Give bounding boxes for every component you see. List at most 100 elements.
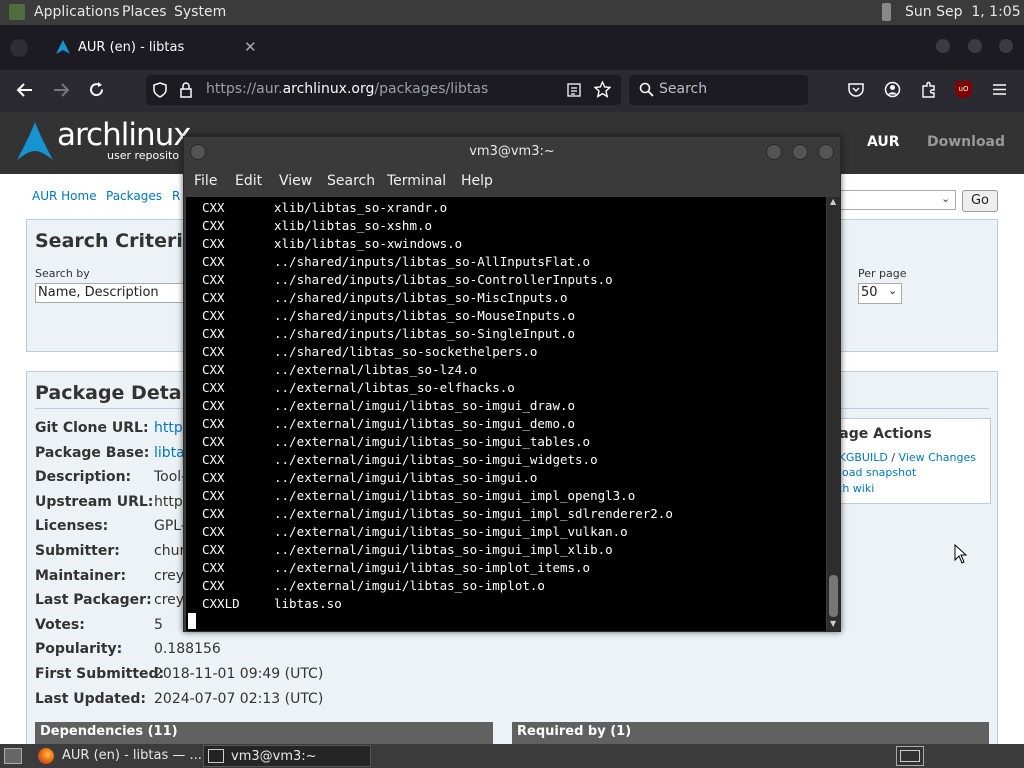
- terminal-menu-terminal[interactable]: Terminal: [387, 173, 446, 189]
- build-step: CXX: [202, 542, 225, 557]
- terminal-line: CXX ../external/libtas_so-lz4.o: [186, 361, 826, 379]
- build-target: xlib/libtas_so-xwindows.o: [274, 236, 463, 251]
- terminal-line: CXX ../external/imgui/libtas_so-imgui_tab…: [186, 433, 826, 451]
- package-details-title: Package Details: [35, 382, 206, 404]
- terminal-line: CXX ../shared/inputs/libtas_so-AllInputsF…: [186, 253, 826, 271]
- search-criteria-title: Search Criteria: [35, 230, 196, 252]
- build-target: ../external/libtas_so-lz4.o: [274, 362, 478, 377]
- terminal-line: CXX xlib/libtas_so-xrandr.o: [186, 199, 826, 217]
- build-target: ../external/imgui/libtas_so-imgui_draw.o: [274, 398, 576, 413]
- bottom-taskbar: AUR (en) - libtas — ... vm3@vm3:~: [0, 744, 1024, 768]
- terminal-line: CXX ../shared/libtas_so-sockethelpers.o: [186, 343, 826, 361]
- taskbar-item-terminal-label: vm3@vm3:~: [231, 749, 317, 764]
- build-target: ../shared/inputs/libtas_so-AllInputsFlat…: [274, 254, 591, 269]
- top-panel: Applications Places System Sun Sep 1, 1:…: [0, 0, 1024, 25]
- firefox-view-icon[interactable]: [10, 39, 28, 57]
- terminal-window[interactable]: vm3@vm3:~ File Edit View Search Terminal…: [183, 136, 841, 632]
- detail-label: Popularity:: [35, 641, 123, 658]
- minimize-window-icon[interactable]: [936, 39, 950, 53]
- clock[interactable]: Sun Sep 1, 1:05 AM: [905, 4, 1024, 20]
- terminal-menu-file[interactable]: File: [194, 173, 217, 189]
- taskbar-item-firefox-label: AUR (en) - libtas — ...: [62, 748, 202, 763]
- scrollbar-thumb[interactable]: [829, 575, 838, 617]
- dependencies-header[interactable]: Dependencies (11): [35, 722, 493, 744]
- build-target: ../shared/inputs/libtas_so-SingleInput.o: [274, 326, 576, 341]
- arch-logo-icon[interactable]: [15, 121, 55, 161]
- breadcrumb-packages[interactable]: Packages: [106, 189, 162, 203]
- forward-icon[interactable]: [52, 82, 70, 98]
- required-by-header[interactable]: Required by (1): [512, 722, 989, 744]
- account-icon[interactable]: [884, 81, 901, 98]
- terminal-menu-search[interactable]: Search: [327, 173, 375, 189]
- applications-logo-icon[interactable]: [9, 4, 25, 20]
- build-step: CXX: [202, 200, 225, 215]
- maximize-window-icon[interactable]: [968, 39, 982, 53]
- lock-icon[interactable]: [180, 82, 192, 98]
- terminal-line: CXX ../external/imgui/libtas_so-imgui.o: [186, 469, 826, 487]
- terminal-close-icon[interactable]: [818, 144, 834, 160]
- terminal-line: CXX ../external/imgui/libtas_so-imgui_dra…: [186, 397, 826, 415]
- url-text: https://aur.archlinux.org/packages/libta…: [206, 81, 489, 97]
- terminal-scrollbar[interactable]: ▲ ▼: [827, 197, 840, 631]
- package-search-select[interactable]: ⌄: [836, 190, 956, 210]
- breadcrumb-requests[interactable]: R: [172, 189, 180, 203]
- extensions-icon[interactable]: [920, 81, 937, 98]
- ublock-origin-icon[interactable]: uO: [955, 81, 972, 98]
- terminal-maximize-icon[interactable]: [792, 144, 808, 160]
- build-target: ../external/libtas_so-elfhacks.o: [274, 380, 515, 395]
- view-changes-link[interactable]: View Changes: [899, 451, 976, 464]
- back-icon[interactable]: [16, 82, 34, 98]
- search-bar[interactable]: Search: [629, 75, 808, 105]
- system-menu[interactable]: System: [174, 4, 226, 20]
- bookmark-star-icon[interactable]: [594, 81, 611, 98]
- show-desktop-icon[interactable]: [4, 748, 22, 764]
- reload-icon[interactable]: [88, 81, 105, 98]
- scroll-up-icon[interactable]: ▲: [830, 197, 836, 206]
- scroll-down-icon[interactable]: ▼: [830, 619, 836, 628]
- nav-aur[interactable]: AUR: [867, 134, 900, 150]
- terminal-menu-edit[interactable]: Edit: [235, 173, 262, 189]
- terminal-titlebar[interactable]: vm3@vm3:~: [184, 137, 840, 167]
- build-target: xlib/libtas_so-xshm.o: [274, 218, 433, 233]
- user-repository-subtitle: user reposito: [107, 149, 180, 162]
- close-window-icon[interactable]: [999, 39, 1013, 53]
- build-step: CXX: [202, 344, 225, 359]
- pocket-icon[interactable]: [848, 82, 864, 97]
- applications-menu[interactable]: Applications: [34, 4, 120, 20]
- terminal-menu-help[interactable]: Help: [461, 173, 493, 189]
- reader-view-icon[interactable]: [567, 83, 581, 97]
- nav-download[interactable]: Download: [927, 134, 1005, 150]
- build-step: CXX: [202, 488, 225, 503]
- terminal-menu-view[interactable]: View: [279, 173, 312, 189]
- close-tab-icon[interactable]: ✕: [244, 38, 257, 56]
- workspace-switcher-icon[interactable]: [896, 746, 924, 766]
- breadcrumb-aur-home[interactable]: AUR Home: [32, 189, 97, 203]
- go-button[interactable]: Go: [962, 190, 998, 212]
- per-page-value: 50: [861, 285, 878, 300]
- terminal-icon: [208, 749, 224, 763]
- per-page-select[interactable]: 50 ⌄: [858, 283, 902, 304]
- build-target: ../external/imgui/libtas_so-imgui_impl_v…: [274, 524, 628, 539]
- detail-label: Package Base:: [35, 444, 150, 461]
- download-snapshot-link[interactable]: nload snapshot: [832, 466, 916, 479]
- hamburger-menu-icon[interactable]: [992, 83, 1007, 96]
- build-step: CXX: [202, 290, 225, 305]
- shield-icon[interactable]: [153, 82, 167, 98]
- terminal-output[interactable]: CXX xlib/libtas_so-xrandr.o CXX xlib/libtas…: [186, 197, 826, 631]
- search-by-select[interactable]: Name, Description: [35, 283, 195, 303]
- taskbar-item-terminal[interactable]: vm3@vm3:~: [203, 745, 371, 767]
- detail-row: Last Updated: 2024-07-07 02:13 (UTC): [35, 689, 435, 714]
- detail-label: Submitter:: [35, 542, 120, 559]
- places-menu[interactable]: Places: [122, 4, 167, 20]
- build-target: ../external/imgui/libtas_so-imgui_widget…: [274, 452, 598, 467]
- url-bar[interactable]: https://aur.archlinux.org/packages/libta…: [146, 75, 621, 105]
- browser-tab[interactable]: AUR (en) - libtas ✕: [44, 33, 268, 63]
- build-target: xlib/libtas_so-xrandr.o: [274, 200, 448, 215]
- terminal-cursor: [188, 613, 196, 629]
- taskbar-item-firefox[interactable]: AUR (en) - libtas — ...: [30, 745, 202, 767]
- detail-label: First Submitted:: [35, 665, 165, 682]
- detail-row: Popularity: 0.188156: [35, 639, 435, 664]
- window-menu-icon[interactable]: [190, 144, 206, 160]
- build-target: ../external/imgui/libtas_so-implot.o: [274, 578, 545, 593]
- terminal-minimize-icon[interactable]: [766, 144, 782, 160]
